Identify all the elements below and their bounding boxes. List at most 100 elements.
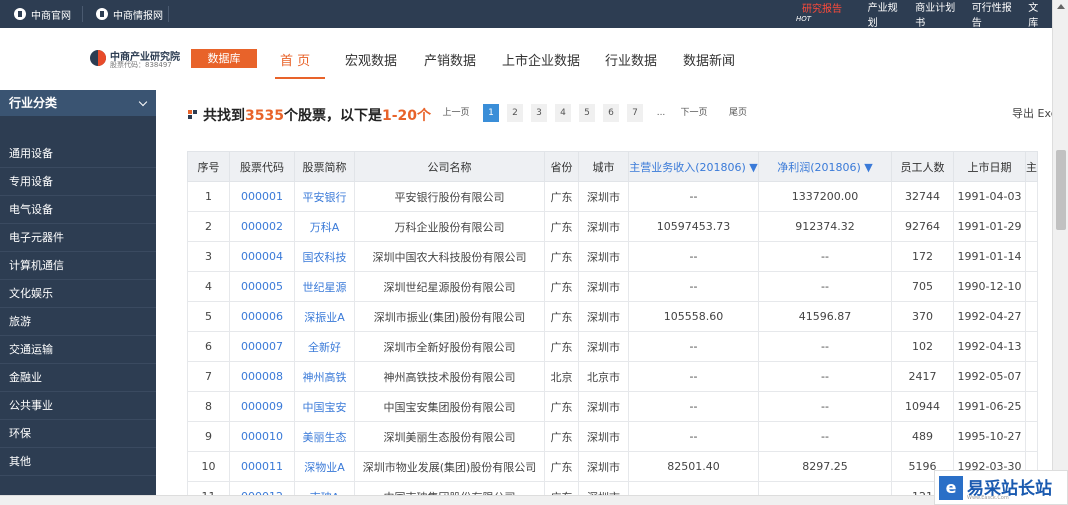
cell-employees: 370: [891, 301, 954, 332]
cell-code[interactable]: 000001: [229, 181, 295, 212]
cell-code[interactable]: 000004: [229, 241, 295, 272]
topbar-link-askci[interactable]: 中商情报网: [88, 0, 171, 28]
export-excel-button[interactable]: 导出 Exc: [1012, 105, 1057, 121]
table-row: 5 000006 深振业A 深圳市振业(集团)股份有限公司 广东 深圳市 105558.60…: [187, 301, 1038, 332]
cell-short-name[interactable]: 美丽生态: [294, 421, 355, 452]
topbar-link-zhongshang[interactable]: 中商官网: [6, 0, 79, 28]
topbar-link-planning[interactable]: 产业规划: [862, 0, 910, 29]
cell-code[interactable]: 000005: [229, 271, 295, 302]
sidebar-header[interactable]: 行业分类: [0, 90, 156, 116]
sidebar-item-electrical-equipment[interactable]: 电气设备: [0, 196, 156, 224]
col-header-listing-date: 上市日期: [953, 151, 1026, 182]
sidebar-item-other[interactable]: 其他: [0, 448, 156, 476]
cell-net-profit: --: [758, 331, 892, 362]
cell-code[interactable]: 000011: [229, 451, 295, 482]
col-header-net-profit-sort[interactable]: 净利润(201806) ▼: [758, 151, 892, 182]
results-middle: 个股票，以下是: [283, 108, 382, 124]
cell-short-name[interactable]: 平安银行: [294, 181, 355, 212]
topbar-link-label: 中商官网: [31, 10, 71, 22]
scrollbar-thumb[interactable]: [1056, 150, 1066, 230]
sidebar-item-finance[interactable]: 金融业: [0, 364, 156, 392]
cell-short-name[interactable]: 神州高铁: [294, 361, 355, 392]
cell-code[interactable]: 000002: [229, 211, 295, 242]
table-row: 7 000008 神州高铁 神州高铁技术股份有限公司 北京 北京市 -- -- 2417 1992…: [187, 361, 1038, 392]
cell-short-name[interactable]: 万科A: [294, 211, 355, 242]
pagination-page-5[interactable]: 5: [579, 104, 595, 122]
site-watermark: e 易采站长站 Www.Easck.Com: [934, 470, 1068, 505]
cell-code[interactable]: 000010: [229, 421, 295, 452]
topbar-link-feasibility[interactable]: 可行性报告: [966, 0, 1022, 29]
cell-short-name[interactable]: 世纪星源: [294, 271, 355, 302]
cell-code[interactable]: 000007: [229, 331, 295, 362]
sidebar-item-electronic-components[interactable]: 电子元器件: [0, 224, 156, 252]
pagination-prev[interactable]: 上一页: [438, 104, 474, 122]
pagination-page-2[interactable]: 2: [507, 104, 523, 122]
pagination-page-3[interactable]: 3: [531, 104, 547, 122]
cell-short-name[interactable]: 国农科技: [294, 241, 355, 272]
horizontal-scrollbar[interactable]: [0, 495, 1068, 505]
database-button[interactable]: 数据库: [191, 49, 257, 68]
cell-index: 7: [187, 361, 230, 392]
cell-net-profit: 41596.87: [758, 301, 892, 332]
sidebar-item-transportation[interactable]: 交通运输: [0, 336, 156, 364]
sidebar-item-culture-entertainment[interactable]: 文化娱乐: [0, 280, 156, 308]
nav-home[interactable]: 首 页: [280, 28, 310, 90]
cell-province: 广东: [544, 211, 579, 242]
cell-code[interactable]: 000009: [229, 391, 295, 422]
cell-net-profit: --: [758, 271, 892, 302]
top-bar: 中商官网 中商情报网 研究报告HOT 产业规划 商业计划书 可行性报告 文库: [0, 0, 1052, 29]
pagination-page-1[interactable]: 1: [483, 104, 499, 122]
cell-employees: 92764: [891, 211, 954, 242]
col-header-index: 序号: [187, 151, 230, 182]
nav-industry-data[interactable]: 行业数据: [605, 28, 657, 90]
cell-code[interactable]: 000008: [229, 361, 295, 392]
cell-code[interactable]: 000006: [229, 301, 295, 332]
pagination-last[interactable]: 尾页: [724, 104, 752, 122]
vertical-scrollbar[interactable]: [1052, 0, 1068, 495]
topbar-link-label: 中商情报网: [113, 10, 163, 22]
cell-revenue: 10597453.73: [628, 211, 759, 242]
cell-index: 8: [187, 391, 230, 422]
cell-province: 北京: [544, 361, 579, 392]
cell-city: 深圳市: [578, 391, 629, 422]
sidebar-item-public-utilities[interactable]: 公共事业: [0, 392, 156, 420]
main-content: 共找到3535个股票，以下是1-20个 上一页 1 2 3 4 5 6 7 ..…: [170, 90, 1057, 505]
cell-short-name[interactable]: 深物业A: [294, 451, 355, 482]
nav-listed-companies[interactable]: 上市企业数据: [502, 28, 580, 90]
scroll-up-icon[interactable]: [1057, 4, 1065, 9]
sidebar-item-tourism[interactable]: 旅游: [0, 308, 156, 336]
cell-net-profit: 8297.25: [758, 451, 892, 482]
cell-listing-date: 1990-12-10: [953, 271, 1026, 302]
cell-short-name[interactable]: 全新好: [294, 331, 355, 362]
pagination-page-6[interactable]: 6: [603, 104, 619, 122]
cell-province: 广东: [544, 451, 579, 482]
cell-index: 4: [187, 271, 230, 302]
topbar-link-library[interactable]: 文库: [1022, 0, 1052, 29]
topbar-link-business-plan[interactable]: 商业计划书: [909, 0, 965, 29]
col-header-city: 城市: [578, 151, 629, 182]
nav-production-sales[interactable]: 产销数据: [424, 28, 476, 90]
cell-short-name[interactable]: 中国宝安: [294, 391, 355, 422]
cell-company-name: 深圳世纪星源股份有限公司: [354, 271, 545, 302]
nav-macro-data[interactable]: 宏观数据: [345, 28, 397, 90]
sidebar-item-general-equipment[interactable]: 通用设备: [0, 140, 156, 168]
cell-main: [1025, 331, 1038, 362]
cell-province: 广东: [544, 391, 579, 422]
col-header-revenue-sort[interactable]: 主营业务收入(201806) ▼: [628, 151, 759, 182]
table-row: 2 000002 万科A 万科企业股份有限公司 广东 深圳市 10597453.73 9123…: [187, 211, 1038, 242]
cell-listing-date: 1991-04-03: [953, 181, 1026, 212]
cell-main: [1025, 241, 1038, 272]
table-header-row: 序号 股票代码 股票简称 公司名称 省份 城市 主营业务收入(201806) ▼…: [187, 151, 1038, 182]
cell-revenue: --: [628, 181, 759, 212]
sidebar-item-computer-communication[interactable]: 计算机通信: [0, 252, 156, 280]
sidebar-item-special-equipment[interactable]: 专用设备: [0, 168, 156, 196]
nav-data-news[interactable]: 数据新闻: [683, 28, 735, 90]
pagination-page-4[interactable]: 4: [555, 104, 571, 122]
brand-logo[interactable]: 中商产业研究院 股票代码：838497: [90, 48, 182, 70]
pagination-page-7[interactable]: 7: [627, 104, 643, 122]
pagination-next[interactable]: 下一页: [676, 104, 712, 122]
sidebar-item-environmental[interactable]: 环保: [0, 420, 156, 448]
col-header-employees: 员工人数: [891, 151, 954, 182]
cell-short-name[interactable]: 深振业A: [294, 301, 355, 332]
topbar-link-research[interactable]: 研究报告HOT: [790, 0, 862, 28]
